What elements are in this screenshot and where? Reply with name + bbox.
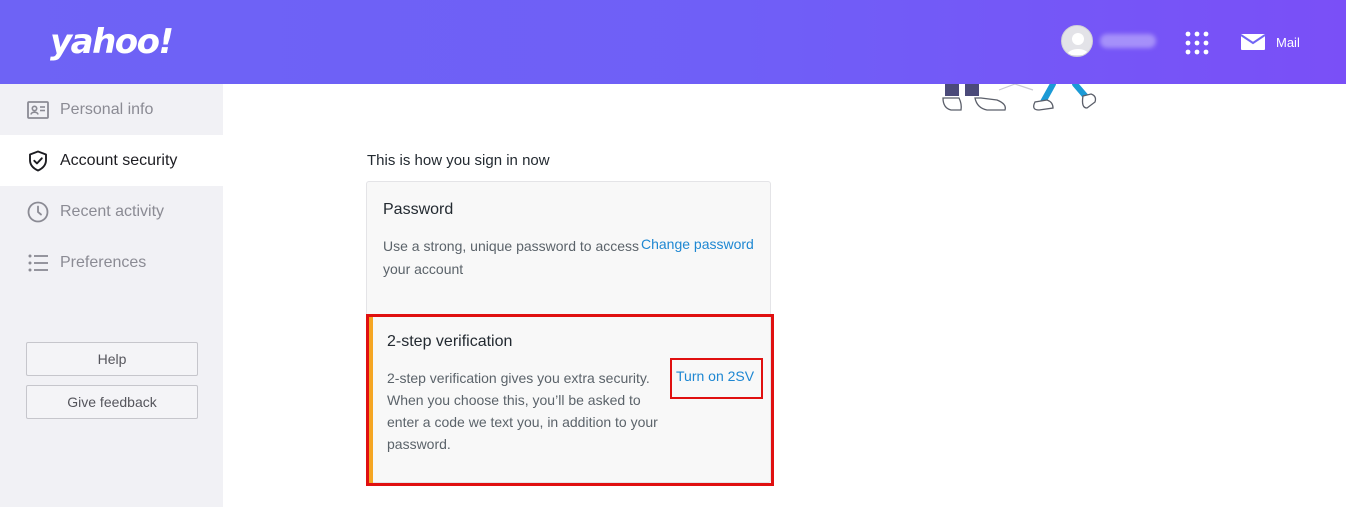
help-button[interactable]: Help <box>26 342 198 376</box>
avatar[interactable] <box>1061 25 1093 57</box>
yahoo-logo[interactable]: yahoo! <box>50 20 174 64</box>
security-illustration <box>942 84 1097 111</box>
top-header: yahoo! Mail <box>0 0 1346 84</box>
apps-grid-icon[interactable] <box>1184 30 1210 56</box>
sidebar-item-preferences[interactable]: Preferences <box>0 237 223 288</box>
list-icon <box>28 254 48 271</box>
sidebar: Personal info Account security Recent ac… <box>0 84 223 507</box>
id-card-icon <box>27 100 49 119</box>
password-description: Use a strong, unique password to access … <box>383 238 640 277</box>
mail-button[interactable]: Mail <box>1240 30 1300 54</box>
sidebar-item-label: Recent activity <box>60 202 165 220</box>
sidebar-item-personal-info[interactable]: Personal info <box>0 84 223 135</box>
change-password-link[interactable]: Change password <box>641 235 754 253</box>
account-username[interactable] <box>1100 34 1156 48</box>
section-heading: This is how you sign in now <box>367 152 550 169</box>
sidebar-item-account-security[interactable]: Account security <box>0 135 223 186</box>
give-feedback-button[interactable]: Give feedback <box>26 385 198 419</box>
sidebar-item-recent-activity[interactable]: Recent activity <box>0 186 223 237</box>
sidebar-item-label: Account security <box>60 151 178 169</box>
sidebar-item-label: Personal info <box>60 100 154 118</box>
turn-on-2sv-link[interactable]: Turn on 2SV <box>676 368 754 384</box>
mail-icon <box>1240 34 1266 50</box>
mail-label: Mail <box>1276 34 1300 50</box>
shield-check-icon <box>29 150 47 171</box>
sidebar-item-label: Preferences <box>60 253 147 271</box>
two-step-description: 2-step verification gives you extra secu… <box>387 370 658 452</box>
password-title: Password <box>383 201 454 218</box>
two-step-title: 2-step verification <box>387 333 513 350</box>
user-icon <box>1067 33 1089 55</box>
clock-icon <box>27 201 49 222</box>
